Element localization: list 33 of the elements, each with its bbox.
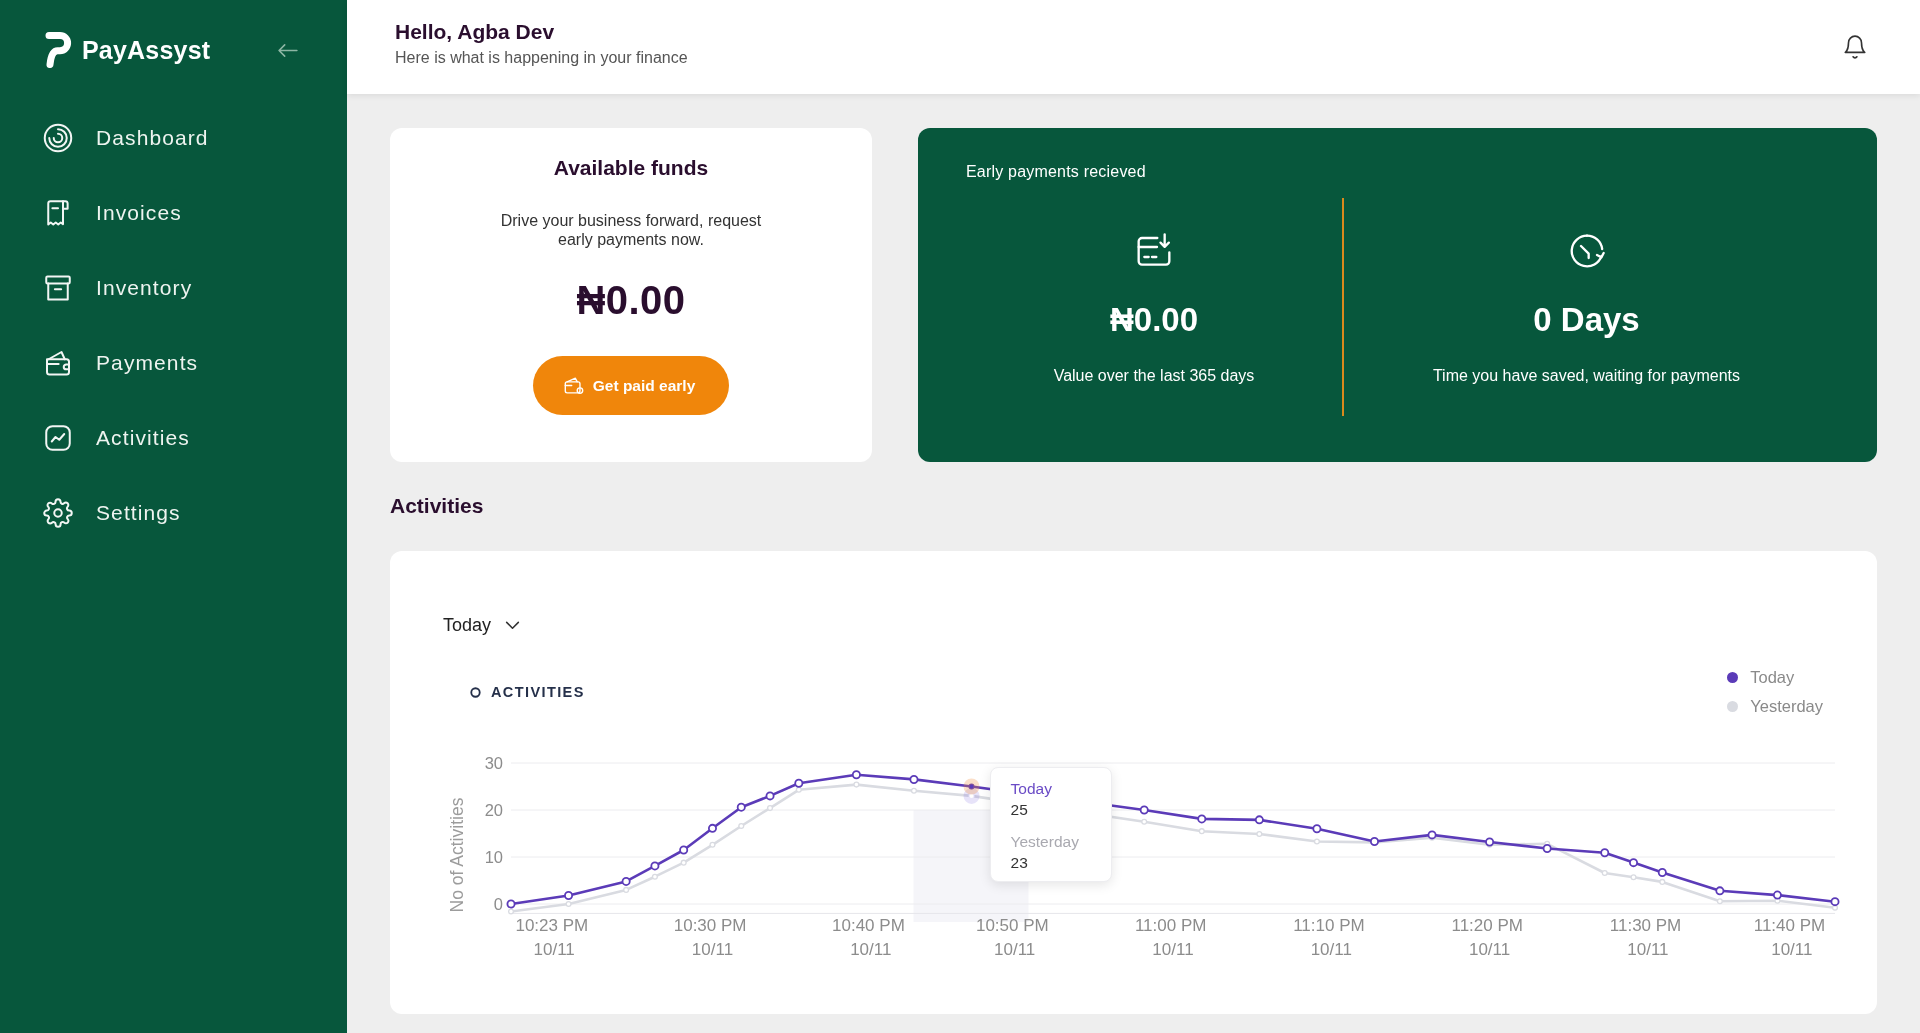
stat-value: 0 Days	[1533, 301, 1640, 339]
greeting-subtitle: Here is what is happening in your finance	[395, 49, 688, 67]
card-description: Drive your business forward, request early payments now.	[499, 211, 763, 249]
tooltip-value: 25	[1010, 800, 1028, 820]
stat-value: ₦0.00	[1109, 301, 1199, 339]
x-tick-label: 11:40 PM 10/11	[1753, 916, 1826, 959]
y-tick-label: 30	[484, 754, 503, 772]
funds-amount: ₦0.00	[576, 277, 686, 323]
stat-caption: Time you have saved, waiting for payments	[1432, 367, 1741, 385]
x-tick-label: 11:20 PM 10/11	[1451, 916, 1523, 959]
card-title: Available funds	[553, 156, 709, 180]
y-tick-label: 0	[493, 895, 503, 913]
x-tick-label: 10:40 PM 10/11	[832, 916, 905, 959]
greeting-title: Hello, Agba Dev	[395, 20, 556, 44]
tooltip-label: Yesterday	[1010, 832, 1079, 852]
x-tick-label: 10:50 PM 10/11	[975, 916, 1049, 959]
y-tick-label: 10	[484, 848, 503, 866]
x-tick-label: 11:10 PM 10/11	[1293, 916, 1365, 959]
tooltip-label: Today	[1010, 779, 1052, 799]
legend-label: Yesterday	[1750, 696, 1823, 717]
section-title: Activities	[390, 494, 485, 518]
card-title: Early payments recieved	[966, 163, 1146, 181]
x-tick-label: 10:30 PM 10/11	[673, 916, 747, 959]
tooltip-value: 23	[1010, 853, 1028, 873]
legend-label: Today	[1750, 667, 1795, 688]
x-tick-label: 10:23 PM 10/11	[515, 916, 589, 959]
y-tick-label: 20	[484, 801, 503, 819]
chart-title: ACTIVITIES	[491, 684, 585, 700]
x-tick-label: 11:00 PM 10/11	[1134, 916, 1207, 959]
brand-name: PayAssyst	[82, 35, 211, 65]
axis-title: No of Activities	[447, 797, 467, 913]
x-tick-label: 11:30 PM 10/11	[1609, 916, 1682, 959]
stat-caption: Value over the last 365 days	[1053, 367, 1255, 385]
